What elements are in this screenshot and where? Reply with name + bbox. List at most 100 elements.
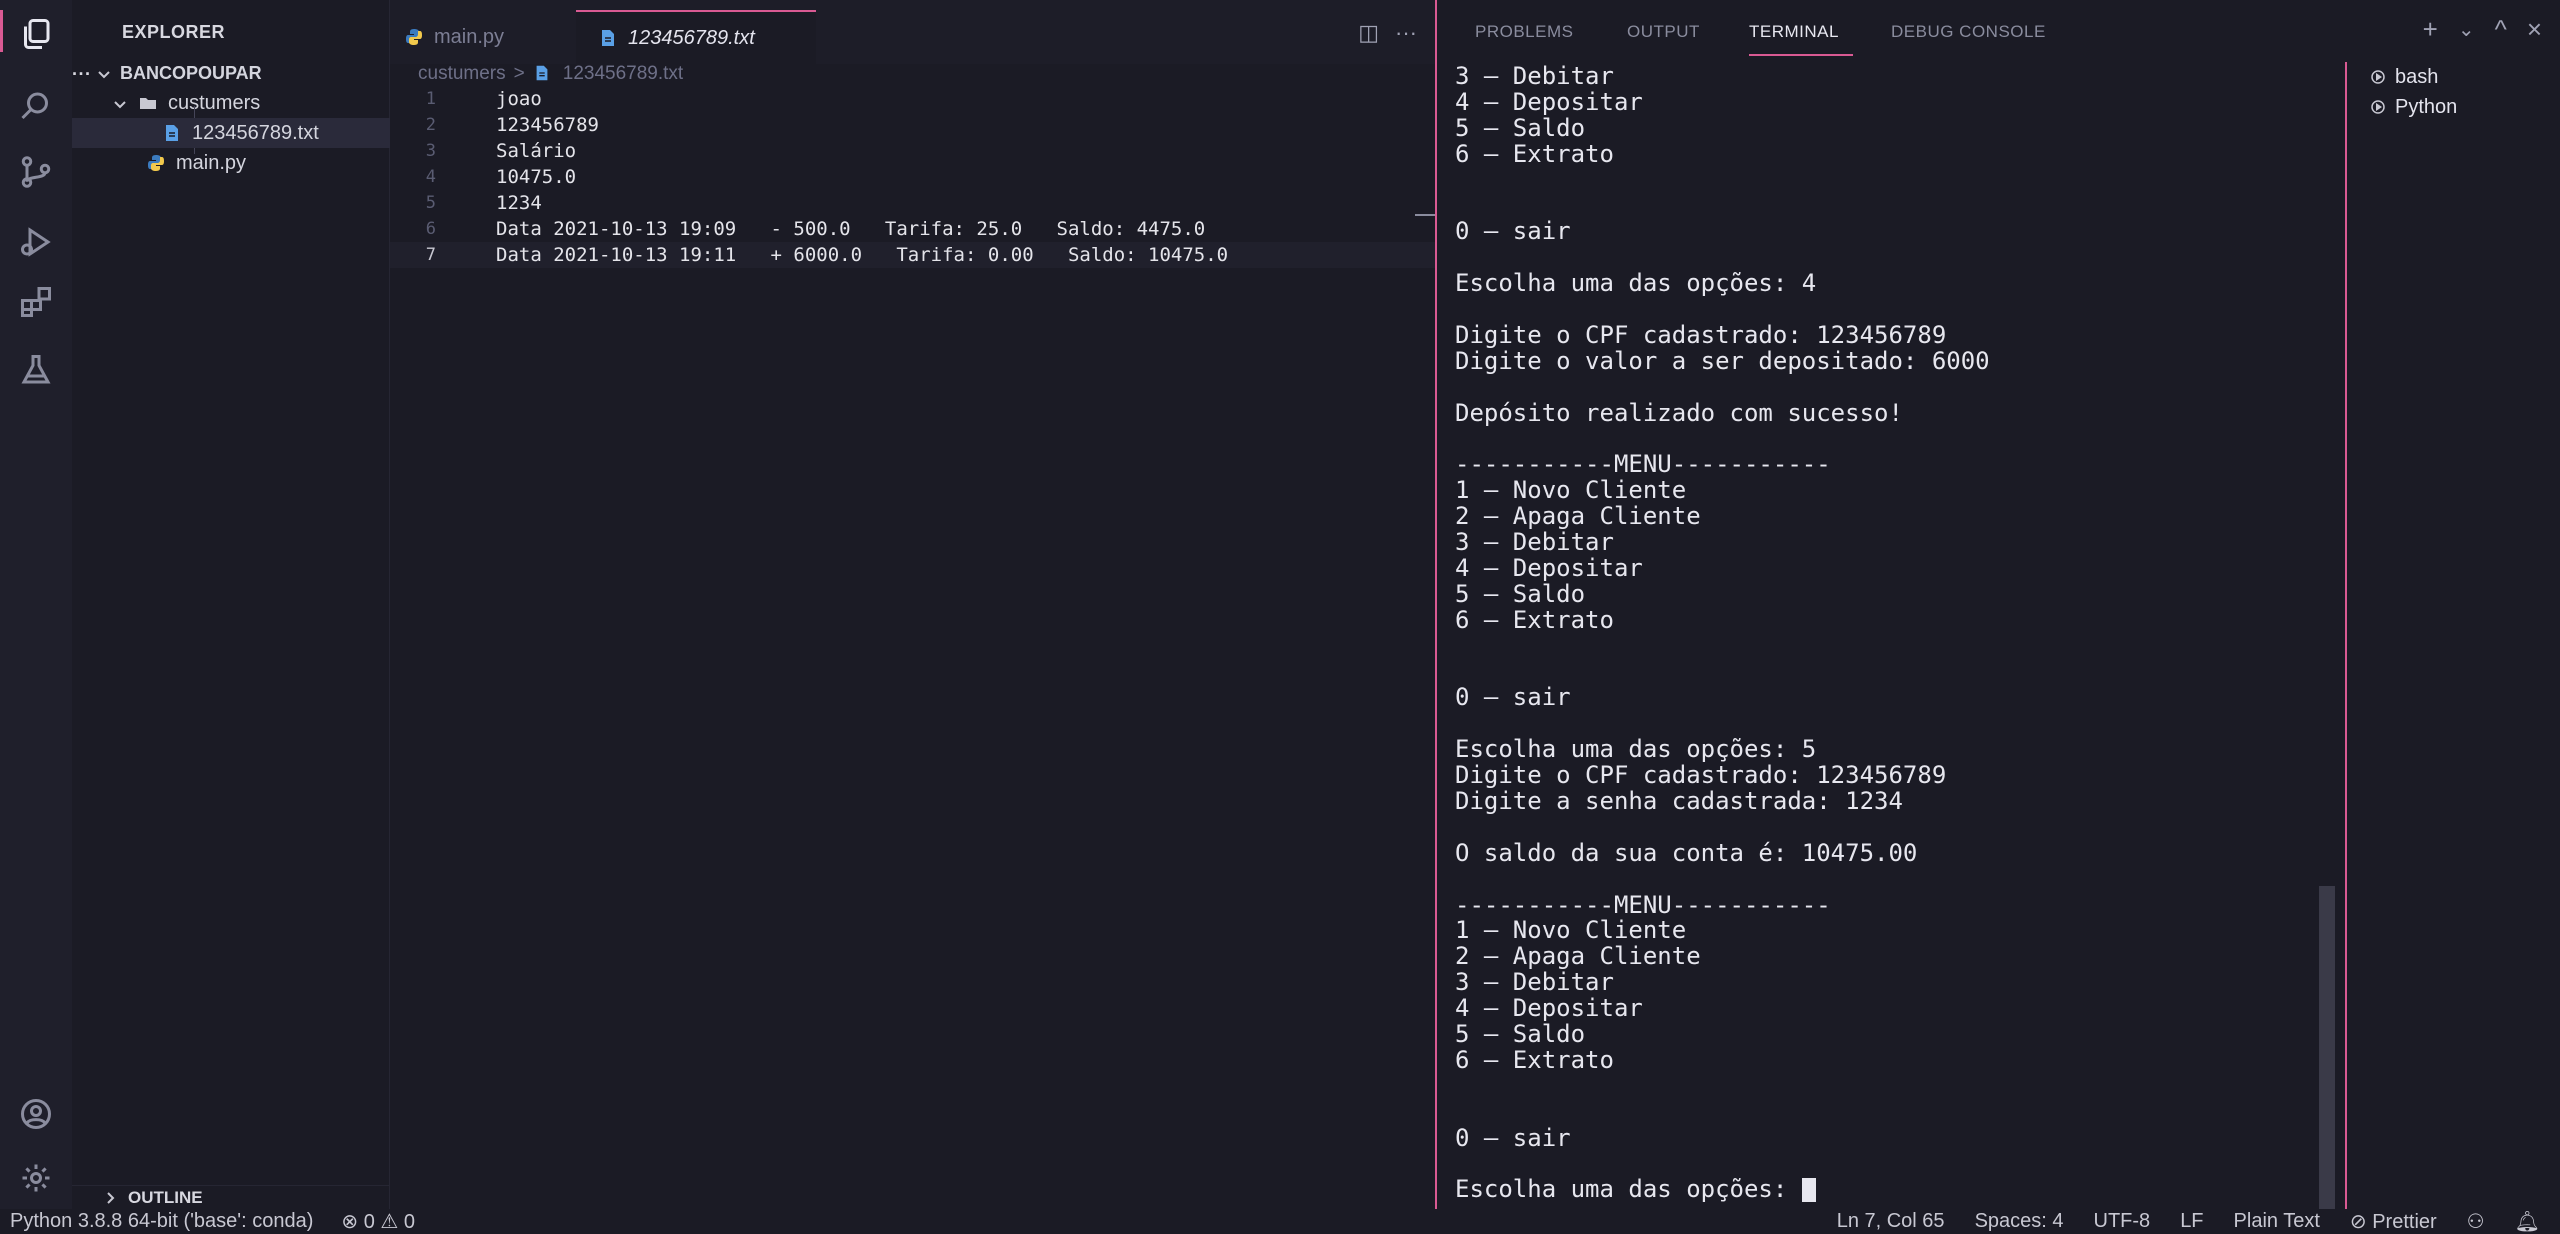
chevron-right-icon <box>102 1190 118 1206</box>
file-main-py[interactable]: main.py <box>72 148 390 178</box>
editor-actions: ◫ ··· <box>1358 20 1417 46</box>
active-tab-underline <box>1749 54 1853 56</box>
terminal-line: Digite o valor a ser depositado: 6000 <box>1455 346 1990 375</box>
extensions-icon[interactable] <box>16 282 56 322</box>
line-text: 10475.0 <box>496 166 577 188</box>
tab-problems[interactable]: PROBLEMS <box>1475 22 1573 42</box>
breadcrumb-separator: > <box>513 63 525 84</box>
terminal-line: 2 – Apaga Cliente <box>1455 942 1701 971</box>
tab-123456789-txt[interactable]: 123456789.txt <box>576 10 816 64</box>
tab-main-py[interactable]: main.py <box>396 10 556 64</box>
explorer-icon[interactable] <box>16 14 56 54</box>
maximize-panel-icon[interactable]: ^ <box>2495 14 2507 45</box>
line-text: 1234 <box>496 192 542 214</box>
close-panel-icon[interactable]: × <box>2527 14 2542 45</box>
line-text: 123456789 <box>496 114 599 136</box>
search-icon[interactable] <box>16 86 56 126</box>
outline-section[interactable]: OUTLINE <box>72 1185 390 1209</box>
terminal-line: Digite o CPF cadastrado: 123456789 <box>1455 320 1947 349</box>
terminal-line: 3 – Debitar <box>1455 968 1614 997</box>
project-folder[interactable]: BANCOPOUPAR <box>72 58 390 88</box>
tab-debug-console[interactable]: DEBUG CONSOLE <box>1891 22 2046 42</box>
terminal-output[interactable]: 3 – Debitar 4 – Depositar 5 – Saldo 6 – Ext… <box>1455 62 2335 1203</box>
text-file-icon <box>533 64 553 84</box>
testing-icon[interactable] <box>16 350 56 390</box>
terminal-line: 0 – sair <box>1455 1123 1571 1152</box>
python-interpreter[interactable]: Python 3.8.8 64-bit ('base': conda) <box>10 1210 313 1233</box>
terminal-line: 6 – Extrato <box>1455 605 1614 634</box>
panel-actions: + ⌄ ^ × <box>2423 14 2542 45</box>
code-line: 3 Salário <box>390 138 1435 164</box>
terminal-icon <box>2371 70 2385 84</box>
code-line: 2 123456789 <box>390 112 1435 138</box>
account-icon[interactable] <box>16 1094 56 1134</box>
cursor-position[interactable]: Ln 7, Col 65 <box>1837 1210 1945 1233</box>
run-debug-icon[interactable] <box>16 222 56 262</box>
terminal-item-python[interactable]: Python <box>2359 92 2559 122</box>
terminal-panel: PROBLEMS OUTPUT TERMINAL DEBUG CONSOLE +… <box>1435 0 2560 1209</box>
problems-count[interactable]: ⊗ 0 ⚠ 0 <box>341 1209 415 1234</box>
prettier-status[interactable]: ⊘ Prettier <box>2350 1209 2437 1234</box>
terminal-line: 5 – Saldo <box>1455 113 1586 142</box>
panel-tab-bar: PROBLEMS OUTPUT TERMINAL DEBUG CONSOLE +… <box>1437 0 2560 62</box>
terminal-line: Escolha uma das opções: 4 <box>1455 269 1817 298</box>
code-view[interactable]: 1 joao 2 123456789 3 Salário 4 10475.0 5 1234… <box>390 86 1435 268</box>
activity-bar <box>0 0 72 1209</box>
line-number: 7 <box>425 245 436 265</box>
line-number: 3 <box>425 141 436 161</box>
explorer-title: EXPLORER <box>122 21 226 42</box>
settings-gear-icon[interactable] <box>16 1158 56 1198</box>
tab-terminal[interactable]: TERMINAL <box>1749 22 1839 42</box>
line-text: Data 2021-10-13 19:09 - 500.0 Tarifa: 25… <box>496 218 1206 240</box>
split-editor-icon[interactable]: ◫ <box>1358 20 1379 46</box>
more-actions-icon[interactable]: ··· <box>1395 20 1417 46</box>
breadcrumb-file[interactable]: 123456789.txt <box>563 63 683 85</box>
terminal-scrollbar[interactable] <box>2319 886 2335 1209</box>
encoding[interactable]: UTF-8 <box>2094 1210 2151 1233</box>
breadcrumb-folder[interactable]: custumers <box>418 63 506 85</box>
line-number: 4 <box>425 167 436 187</box>
line-number: 6 <box>425 219 436 239</box>
file-label: main.py <box>176 151 247 174</box>
text-file-icon <box>162 123 182 143</box>
terminal-line: 0 – sair <box>1455 217 1571 246</box>
terminal-line: 2 – Apaga Cliente <box>1455 502 1701 531</box>
chevron-down-icon <box>112 95 128 111</box>
python-icon <box>146 153 166 173</box>
indentation[interactable]: Spaces: 4 <box>1975 1210 2064 1233</box>
tab-label: main.py <box>434 25 505 48</box>
text-file-icon <box>598 28 618 48</box>
terminal-item-bash[interactable]: bash <box>2359 62 2559 92</box>
end-of-line[interactable]: LF <box>2180 1210 2203 1233</box>
status-left: Python 3.8.8 64-bit ('base': conda) ⊗ 0 … <box>10 1209 415 1234</box>
folder-label: custumers <box>168 91 261 114</box>
chevron-down-icon <box>96 65 112 81</box>
code-line: 5 1234 <box>390 190 1435 216</box>
notifications-bell-icon[interactable]: 🔔︎ <box>2515 1209 2540 1234</box>
terminal-dropdown-icon[interactable]: ⌄ <box>2458 17 2475 42</box>
language-mode[interactable]: Plain Text <box>2234 1210 2320 1233</box>
tab-output[interactable]: OUTPUT <box>1627 22 1700 42</box>
terminal-line: 4 – Depositar <box>1455 87 1643 116</box>
line-text: Salário <box>496 140 577 162</box>
editor-tab-bar: main.py 123456789.txt ◫ ··· <box>390 0 1435 64</box>
folder-custumers[interactable]: custumers <box>72 88 390 118</box>
code-line: 1 joao <box>390 86 1435 112</box>
terminal-cursor <box>1801 1178 1816 1203</box>
terminal-line: 3 – Debitar <box>1455 62 1614 90</box>
new-terminal-icon[interactable]: + <box>2423 14 2438 45</box>
project-name: BANCOPOUPAR <box>120 62 262 83</box>
feedback-icon[interactable]: ⚇ <box>2467 1209 2485 1234</box>
terminal-line: 6 – Extrato <box>1455 1045 1614 1074</box>
terminal-line: 0 – sair <box>1455 683 1571 712</box>
folder-open-icon <box>138 93 158 113</box>
source-control-icon[interactable] <box>16 152 56 192</box>
terminal-line: 1 – Novo Cliente <box>1455 916 1687 945</box>
file-123456789-txt[interactable]: 123456789.txt <box>72 118 390 148</box>
python-icon <box>404 27 424 47</box>
